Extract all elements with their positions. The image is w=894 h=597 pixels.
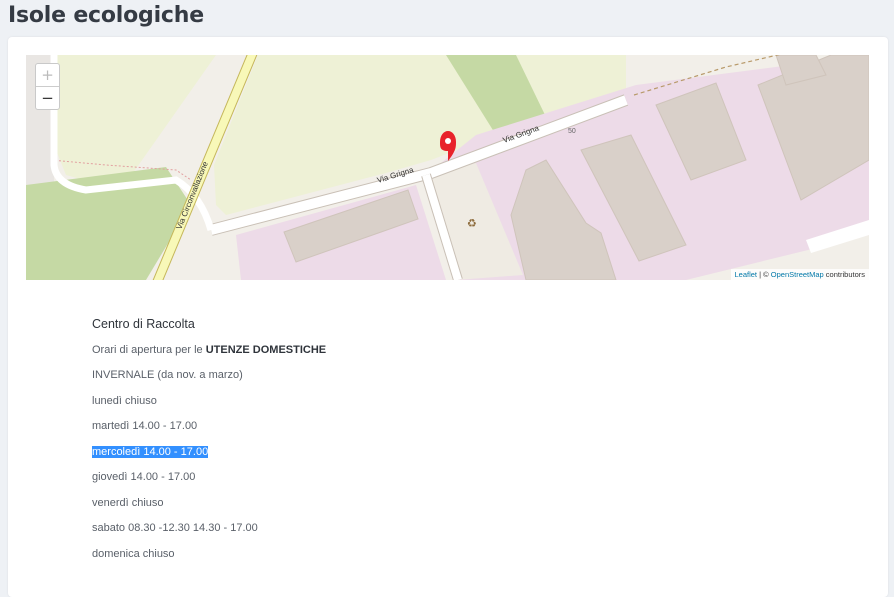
day-hours: domenica chiuso [92, 548, 175, 560]
hours-intro: Orari di apertura per le UTENZE DOMESTIC… [92, 344, 326, 356]
hours-intro-bold: UTENZE DOMESTICHE [205, 344, 327, 356]
collection-center-info: Centro di Raccolta Orari di apertura per… [92, 317, 692, 560]
day-hours: martedì 14.00 - 17.00 [92, 420, 198, 432]
zoom-out-button[interactable]: − [36, 87, 59, 109]
map-tiles[interactable]: Via Circonvallazione Via Grigna Via Grig… [26, 55, 869, 280]
content-card: Via Circonvallazione Via Grigna Via Grig… [8, 37, 888, 597]
leaflet-link[interactable]: Leaflet [735, 270, 758, 279]
house-number: 50 [568, 128, 576, 135]
page-title: Isole ecologiche [8, 3, 204, 28]
day-hours: giovedì 14.00 - 17.00 [92, 471, 196, 483]
attribution-separator: | © [757, 270, 771, 279]
day-hours: sabato 08.30 -12.30 14.30 - 17.00 [92, 522, 258, 534]
season-label: INVERNALE (da nov. a marzo) [92, 369, 243, 381]
hours-intro-prefix: Orari di apertura per le [92, 344, 206, 356]
day-hours: lunedì chiuso [92, 395, 157, 407]
zoom-in-button[interactable]: + [36, 64, 59, 87]
info-title: Centro di Raccolta [92, 317, 195, 331]
selected-text: mercoledì 14.00 - 17.00 [92, 446, 209, 458]
day-hours: venerdì chiuso [92, 497, 164, 509]
map-attribution: Leaflet | © OpenStreetMap contributors [730, 269, 869, 280]
attribution-suffix: contributors [823, 270, 865, 279]
recycle-icon: ♻ [467, 217, 477, 230]
map[interactable]: Via Circonvallazione Via Grigna Via Grig… [26, 55, 869, 280]
openstreetmap-link[interactable]: OpenStreetMap [771, 270, 824, 279]
zoom-control: + − [35, 63, 60, 110]
day-hours: mercoledì 14.00 - 17.00 [92, 446, 209, 458]
